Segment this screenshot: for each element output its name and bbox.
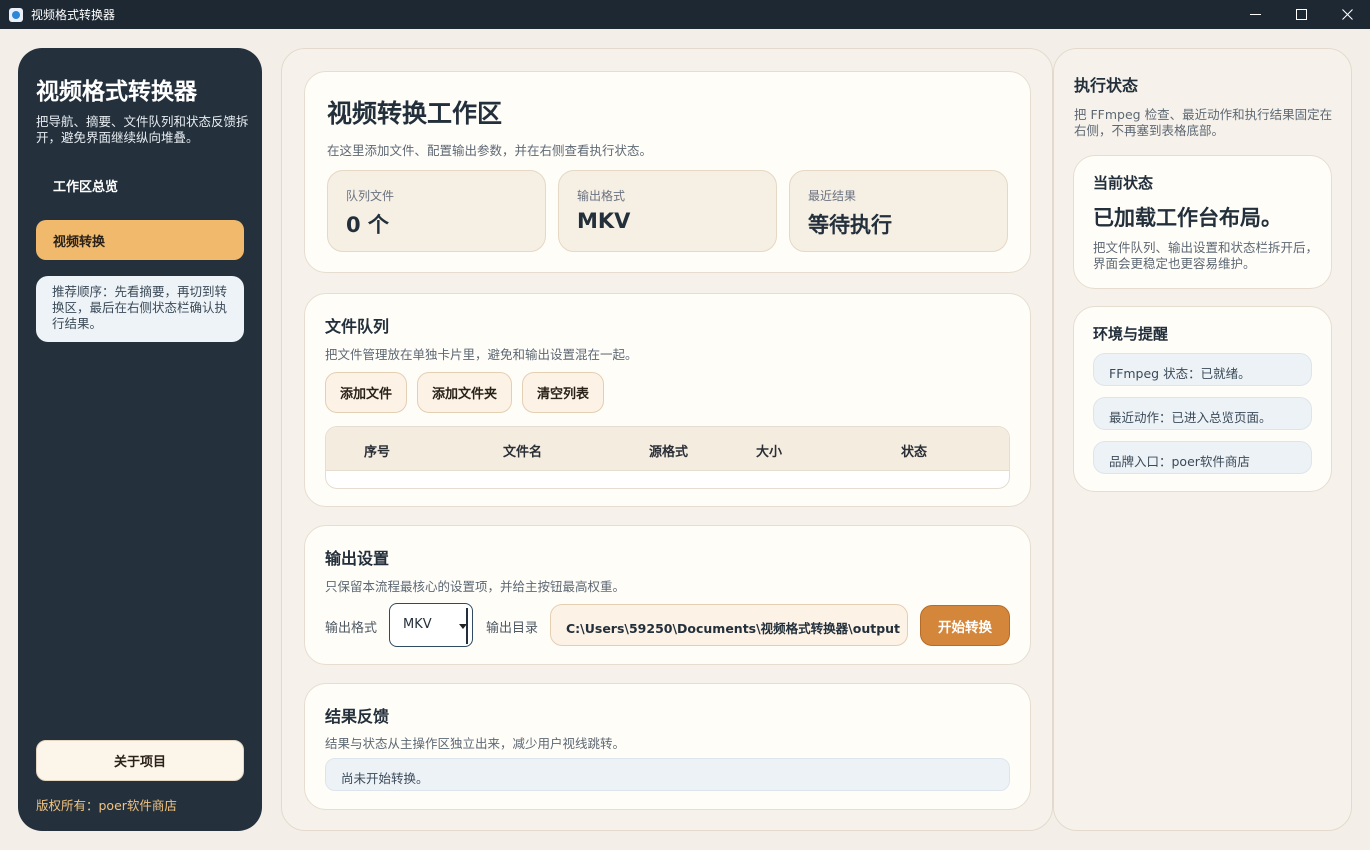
clear-list-button[interactable]: 清空列表	[522, 372, 604, 413]
current-state-description: 把文件队列、输出设置和状态栏拆开后，界面会更稳定也更容易维护。	[1093, 240, 1319, 271]
environment-card: 环境与提醒 FFmpeg 状态：已就绪。 最近动作：已进入总览页面。 品牌入口：…	[1073, 306, 1332, 492]
main-panel: 视频转换工作区 在这里添加文件、配置输出参数，并在右侧查看执行状态。 队列文件 …	[281, 48, 1053, 831]
stat-last-result: 最近结果 等待执行	[789, 170, 1008, 252]
stat-value: 等待执行	[808, 213, 892, 237]
stat-value: MKV	[577, 209, 631, 233]
maximize-button[interactable]	[1278, 0, 1324, 29]
close-button[interactable]	[1324, 0, 1370, 29]
output-format-label: 输出格式	[325, 621, 378, 636]
stat-label: 最近结果	[808, 189, 857, 203]
window-title: 视频格式转换器	[31, 8, 116, 22]
stat-label: 输出格式	[577, 189, 626, 203]
sidebar-tip: 推荐顺序：先看摘要，再切到转换区，最后在右侧状态栏确认执行结果。	[36, 276, 244, 342]
output-format-select[interactable]: MKV	[389, 603, 473, 647]
workspace-summary-card: 视频转换工作区 在这里添加文件、配置输出参数，并在右侧查看执行状态。 队列文件 …	[304, 71, 1031, 273]
env-item-ffmpeg: FFmpeg 状态：已就绪。	[1093, 353, 1312, 386]
minimize-button[interactable]	[1232, 0, 1278, 29]
result-message: 尚未开始转换。	[325, 758, 1010, 791]
stat-output-format: 输出格式 MKV	[558, 170, 777, 252]
env-item-brand: 品牌入口：poer软件商店	[1093, 441, 1312, 474]
nav-item-video-convert[interactable]: 视频转换	[36, 220, 244, 260]
queue-subtitle: 把文件管理放在单独卡片里，避免和输出设置混在一起。	[325, 347, 638, 362]
workspace-title: 视频转换工作区	[327, 99, 503, 128]
current-state-card: 当前状态 已加载工作台布局。 把文件队列、输出设置和状态栏拆开后，界面会更稳定也…	[1073, 155, 1332, 289]
status-panel: 执行状态 把 FFmpeg 检查、最近动作和执行结果固定在右侧，不再塞到表格底部…	[1053, 48, 1352, 831]
stat-label: 队列文件	[346, 189, 395, 203]
queue-title: 文件队列	[325, 317, 390, 336]
result-feedback-card: 结果反馈 结果与状态从主操作区独立出来，减少用户视线跳转。 尚未开始转换。	[304, 683, 1031, 810]
window-controls	[1232, 0, 1370, 29]
add-file-button[interactable]: 添加文件	[325, 372, 407, 413]
sidebar-title: 视频格式转换器	[36, 79, 197, 105]
sidebar: 视频格式转换器 把导航、摘要、文件队列和状态反馈拆开，避免界面继续纵向堆叠。 工…	[18, 48, 262, 831]
stat-value: 0 个	[346, 213, 389, 237]
table-header: 序号 文件名 源格式 大小 状态	[326, 427, 1009, 471]
close-icon	[1341, 9, 1353, 20]
status-panel-title: 执行状态	[1074, 76, 1139, 95]
output-format-value: MKV	[403, 617, 432, 632]
env-item-last-action: 最近动作：已进入总览页面。	[1093, 397, 1312, 430]
about-button[interactable]: 关于项目	[36, 740, 244, 781]
maximize-icon	[1295, 9, 1307, 20]
title-bar: 视频格式转换器	[0, 0, 1370, 29]
result-subtitle: 结果与状态从主操作区独立出来，减少用户视线跳转。	[325, 736, 626, 751]
start-convert-button[interactable]: 开始转换	[920, 605, 1010, 646]
output-settings-card: 输出设置 只保留本流程最核心的设置项，并给主按钮最高权重。 输出格式 MKV 输…	[304, 525, 1031, 665]
current-state-title: 当前状态	[1093, 174, 1154, 192]
output-dir-field[interactable]: C:\Users\59250\Documents\视频格式转换器\output	[550, 604, 908, 646]
result-title: 结果反馈	[325, 707, 390, 726]
file-queue-card: 文件队列 把文件管理放在单独卡片里，避免和输出设置混在一起。 添加文件 添加文件…	[304, 293, 1031, 507]
status-panel-description: 把 FFmpeg 检查、最近动作和执行结果固定在右侧，不再塞到表格底部。	[1074, 107, 1333, 138]
app-icon	[9, 7, 23, 22]
minimize-icon	[1249, 14, 1261, 15]
add-folder-button[interactable]: 添加文件夹	[417, 372, 512, 413]
column-header-source-format[interactable]: 源格式	[649, 441, 688, 460]
output-title: 输出设置	[325, 549, 390, 568]
nav-item-overview[interactable]: 工作区总览	[36, 165, 244, 205]
workspace-subtitle: 在这里添加文件、配置输出参数，并在右侧查看执行状态。	[327, 143, 653, 158]
output-dir-label: 输出目录	[486, 621, 539, 636]
column-header-filename[interactable]: 文件名	[503, 441, 542, 460]
column-header-size[interactable]: 大小	[756, 441, 782, 460]
column-header-index[interactable]: 序号	[364, 441, 390, 460]
column-header-status[interactable]: 状态	[901, 441, 927, 460]
select-edge	[466, 608, 468, 644]
output-subtitle: 只保留本流程最核心的设置项，并给主按钮最高权重。	[325, 579, 626, 594]
copyright-text: 版权所有：poer软件商店	[36, 798, 177, 813]
environment-title: 环境与提醒	[1093, 325, 1169, 343]
current-state-value: 已加载工作台布局。	[1093, 206, 1282, 230]
file-queue-table[interactable]: 序号 文件名 源格式 大小 状态	[325, 426, 1010, 489]
sidebar-description: 把导航、摘要、文件队列和状态反馈拆开，避免界面继续纵向堆叠。	[36, 114, 249, 145]
stat-queue-files: 队列文件 0 个	[327, 170, 546, 252]
